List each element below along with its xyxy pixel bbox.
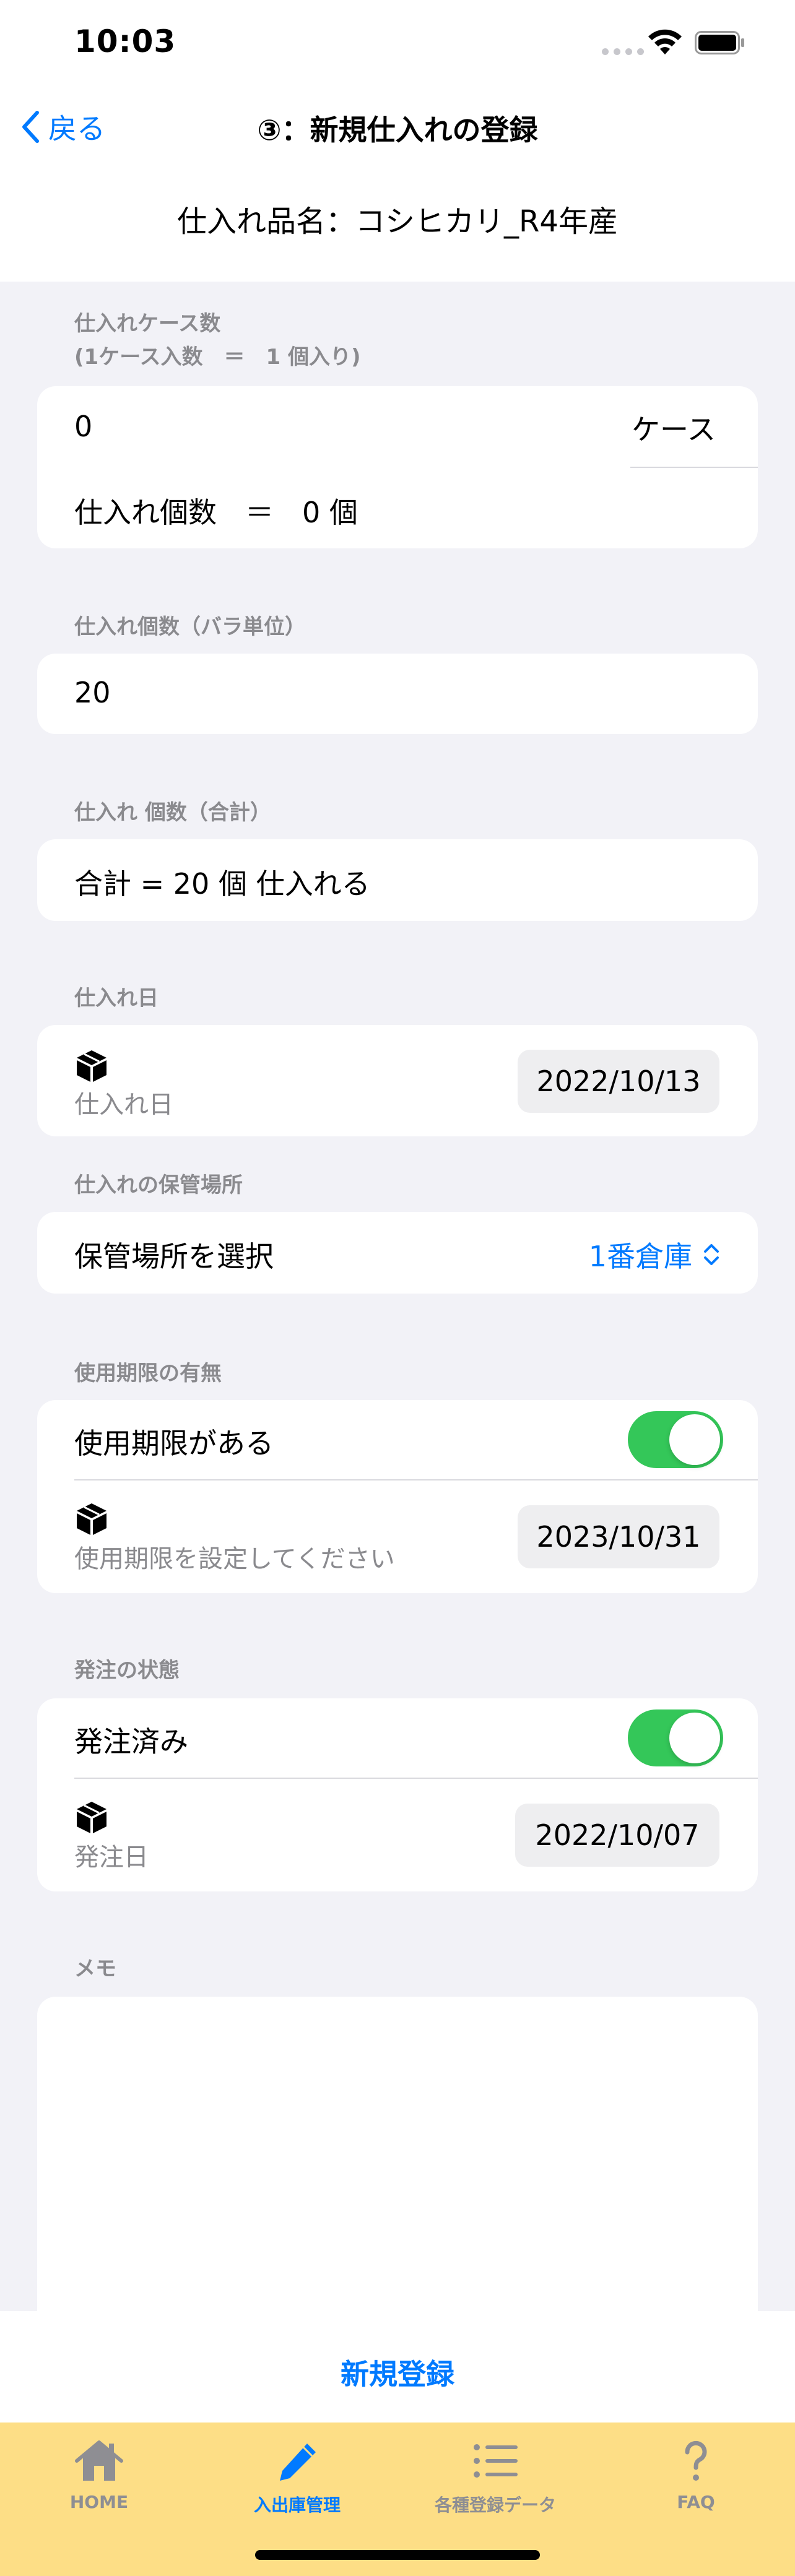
tab-label: FAQ	[677, 2492, 715, 2512]
submit-bar: 新規登録	[0, 2311, 795, 2423]
purchase-date-label: 仕入れ日	[74, 986, 159, 1011]
page-title: ③：新規仕入れの登録	[257, 113, 538, 147]
expiry-divider	[74, 1479, 758, 1480]
shipping-box-icon	[77, 1503, 106, 1535]
case-unit-label: ケース	[632, 413, 716, 446]
loose-count-input[interactable]: 20	[74, 676, 718, 709]
case-count-input[interactable]: 0	[74, 410, 632, 443]
shipping-box-icon	[77, 1802, 106, 1833]
status-bar: 10:03	[0, 0, 795, 87]
list-icon	[474, 2444, 518, 2478]
expiry-toggle-label: 使用期限がある	[74, 1427, 274, 1460]
memo-textarea[interactable]	[37, 1997, 758, 2343]
storage-picker[interactable]: 1番倉庫	[589, 1234, 721, 1275]
order-date-picker[interactable]: 2022/10/07	[515, 1804, 719, 1867]
order-status-label: 発注の状態	[74, 1658, 180, 1683]
storage-selected-value: 1番倉庫	[588, 1240, 692, 1273]
total-count-value: 合計 = 20 個 仕入れる	[74, 867, 370, 901]
tab-registered-data[interactable]: 各種登録データ	[396, 2439, 594, 2517]
total-count-card: 合計 = 20 個 仕入れる	[37, 839, 758, 921]
order-toggle[interactable]	[628, 1709, 723, 1766]
register-button[interactable]: 新規登録	[0, 2352, 795, 2393]
tab-label: HOME	[69, 2492, 129, 2512]
computed-piece-count: 仕入れ個数 ＝ 0 個	[74, 496, 358, 529]
case-count-card: 0 ケース 仕入れ個数 ＝ 0 個	[37, 386, 758, 548]
header: 10:03 戻る ③：新規仕入れの登録 仕入れ品名：コシヒカリ_R4年産	[0, 0, 795, 282]
loose-count-label: 仕入れ個数（バラ単位）	[74, 615, 306, 639]
purchase-date-card: 仕入れ日 2022/10/13	[37, 1025, 758, 1136]
expiry-label: 使用期限の有無	[74, 1361, 222, 1386]
loose-count-card: 20	[37, 654, 758, 734]
storage-label: 仕入れの保管場所	[74, 1173, 243, 1198]
chevron-up-down-icon	[704, 1244, 719, 1265]
shipping-box-icon	[77, 1050, 106, 1082]
page: 10:03 戻る ③：新規仕入れの登録 仕入れ品名：コシヒカリ_R4年産 仕入れ…	[0, 0, 795, 2576]
home-indicator	[255, 2550, 540, 2560]
signal-dots-icon	[602, 48, 644, 55]
pencil-icon	[280, 2444, 316, 2481]
expiry-date-row-label: 使用期限を設定してください	[74, 1545, 395, 1573]
case-count-label: 仕入れケース数	[74, 311, 221, 336]
tab-label: 各種登録データ	[434, 2495, 556, 2515]
memo-label: メモ	[74, 1956, 116, 1981]
storage-row-label: 保管場所を選択	[74, 1240, 274, 1273]
expiry-date-picker[interactable]: 2023/10/31	[518, 1505, 719, 1568]
expiry-card: 使用期限がある 使用期限を設定してください 2023/10/31	[37, 1400, 758, 1593]
status-time: 10:03	[74, 24, 176, 59]
purchase-date-picker[interactable]: 2022/10/13	[518, 1050, 719, 1113]
storage-card: 保管場所を選択 1番倉庫	[37, 1212, 758, 1294]
house-icon	[75, 2440, 123, 2481]
tab-home[interactable]: HOME	[0, 2439, 198, 2512]
navigation-bar: 戻る ③：新規仕入れの登録	[0, 99, 795, 155]
product-name: 仕入れ品名：コシヒカリ_R4年産	[177, 204, 618, 239]
battery-icon	[695, 31, 744, 54]
purchase-date-row-label: 仕入れ日	[74, 1091, 173, 1119]
tab-stock-management[interactable]: 入出庫管理	[198, 2439, 396, 2517]
tab-faq[interactable]: FAQ	[597, 2439, 795, 2512]
expiry-toggle[interactable]	[628, 1411, 723, 1468]
unit-divider	[630, 467, 758, 468]
order-toggle-label: 発注済み	[74, 1725, 188, 1758]
total-count-label: 仕入れ 個数（合計）	[74, 800, 271, 825]
case-size-note: (1ケース入数 ＝ 1 個入り)	[74, 345, 361, 370]
order-divider	[74, 1778, 758, 1779]
wifi-icon	[648, 29, 682, 54]
question-icon	[685, 2440, 707, 2481]
tab-label: 入出庫管理	[253, 2495, 341, 2515]
order-status-card: 発注済み 発注日 2022/10/07	[37, 1698, 758, 1891]
order-date-row-label: 発注日	[74, 1843, 149, 1872]
